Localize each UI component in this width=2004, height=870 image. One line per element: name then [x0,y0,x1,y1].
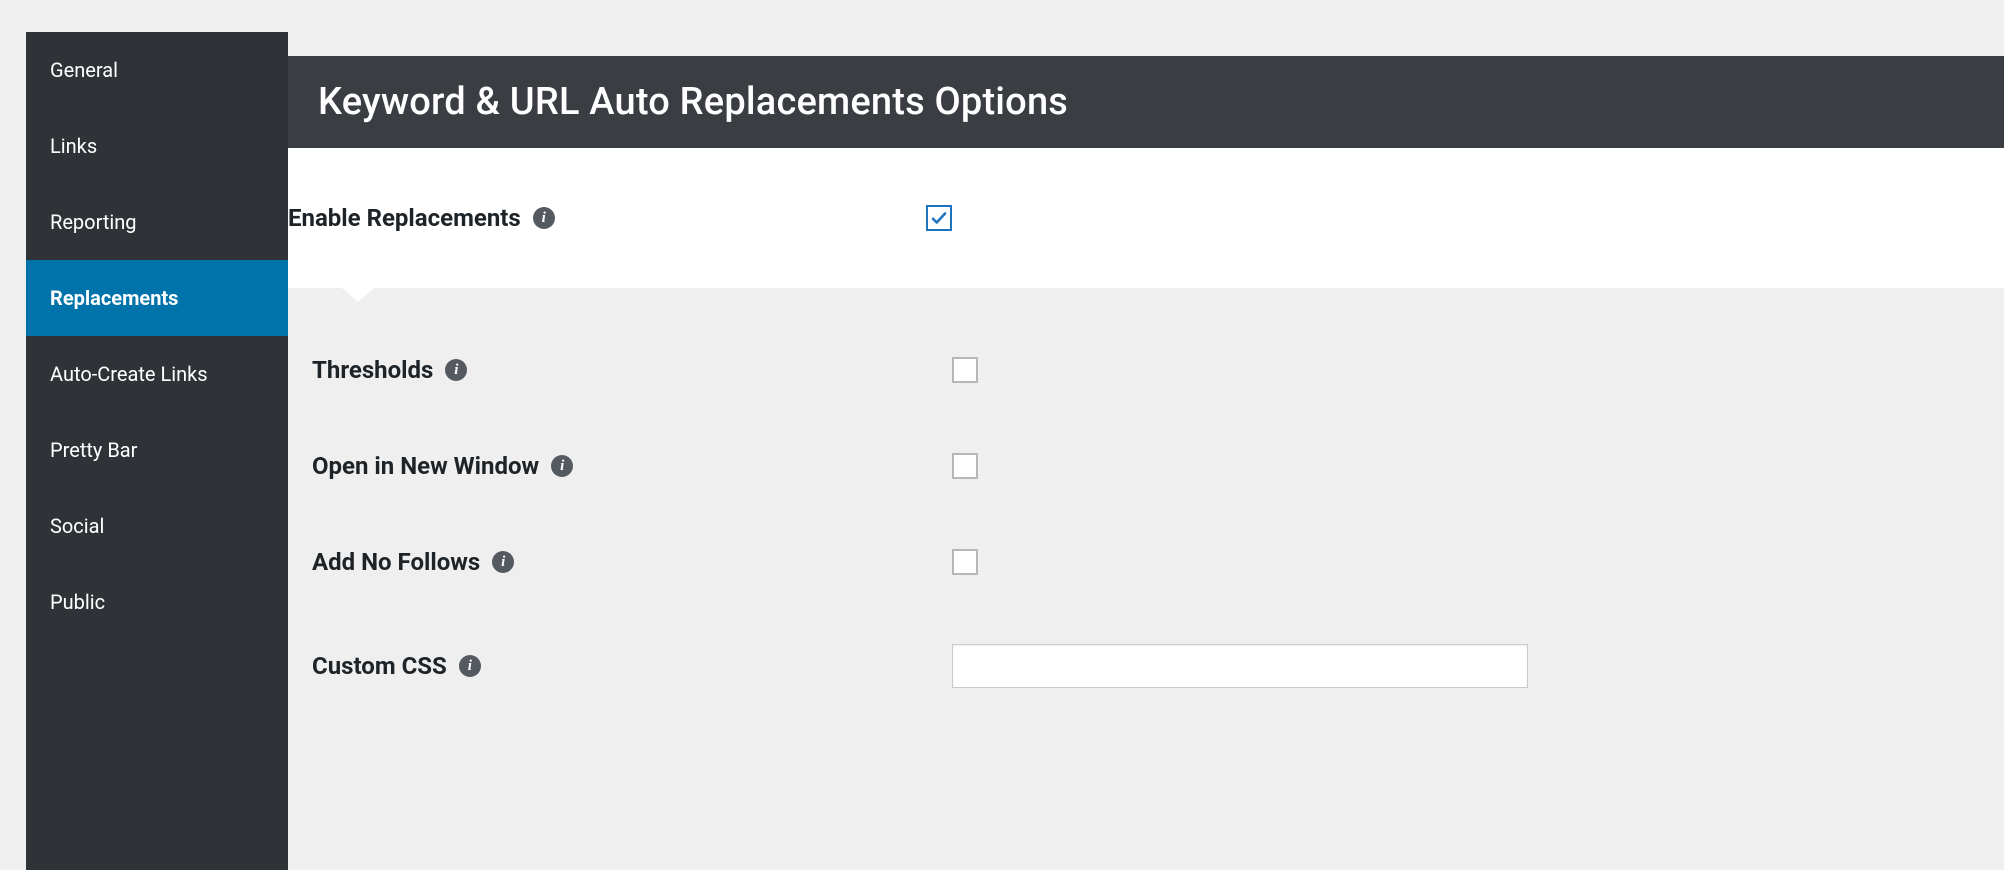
add-no-follows-checkbox[interactable] [952,549,978,575]
settings-sidebar: General Links Reporting Replacements Aut… [26,32,288,870]
custom-css-row: Custom CSS i [312,610,2004,722]
sidebar-item-social[interactable]: Social [26,488,288,564]
sidebar-item-pretty-bar[interactable]: Pretty Bar [26,412,288,488]
enable-replacements-row: Enable Replacements i [288,148,2004,288]
open-new-window-label: Open in New Window [312,452,539,480]
info-icon[interactable]: i [459,655,481,677]
info-icon[interactable]: i [492,551,514,573]
info-icon[interactable]: i [533,207,555,229]
section-pointer-icon [342,288,374,302]
thresholds-checkbox[interactable] [952,357,978,383]
custom-css-label: Custom CSS [312,652,447,680]
sidebar-item-replacements[interactable]: Replacements [26,260,288,336]
info-icon[interactable]: i [445,359,467,381]
enable-replacements-checkbox[interactable] [926,205,952,231]
custom-css-input[interactable] [952,644,1528,688]
app-shell: General Links Reporting Replacements Aut… [0,0,2004,870]
sidebar-item-links[interactable]: Links [26,108,288,184]
thresholds-row: Thresholds i [312,322,2004,418]
sidebar-item-auto-create-links[interactable]: Auto-Create Links [26,336,288,412]
sidebar-item-public[interactable]: Public [26,564,288,640]
replacements-options-panel: Thresholds i Open in New Window i [288,288,2004,722]
enable-replacements-label: Enable Replacements [288,204,521,232]
thresholds-label: Thresholds [312,356,433,384]
page-title: Keyword & URL Auto Replacements Options [288,56,2004,148]
add-no-follows-label: Add No Follows [312,548,480,576]
add-no-follows-row: Add No Follows i [312,514,2004,610]
main-panel: Keyword & URL Auto Replacements Options … [288,0,2004,870]
open-new-window-checkbox[interactable] [952,453,978,479]
sidebar-item-reporting[interactable]: Reporting [26,184,288,260]
open-new-window-row: Open in New Window i [312,418,2004,514]
info-icon[interactable]: i [551,455,573,477]
sidebar-item-general[interactable]: General [26,32,288,108]
